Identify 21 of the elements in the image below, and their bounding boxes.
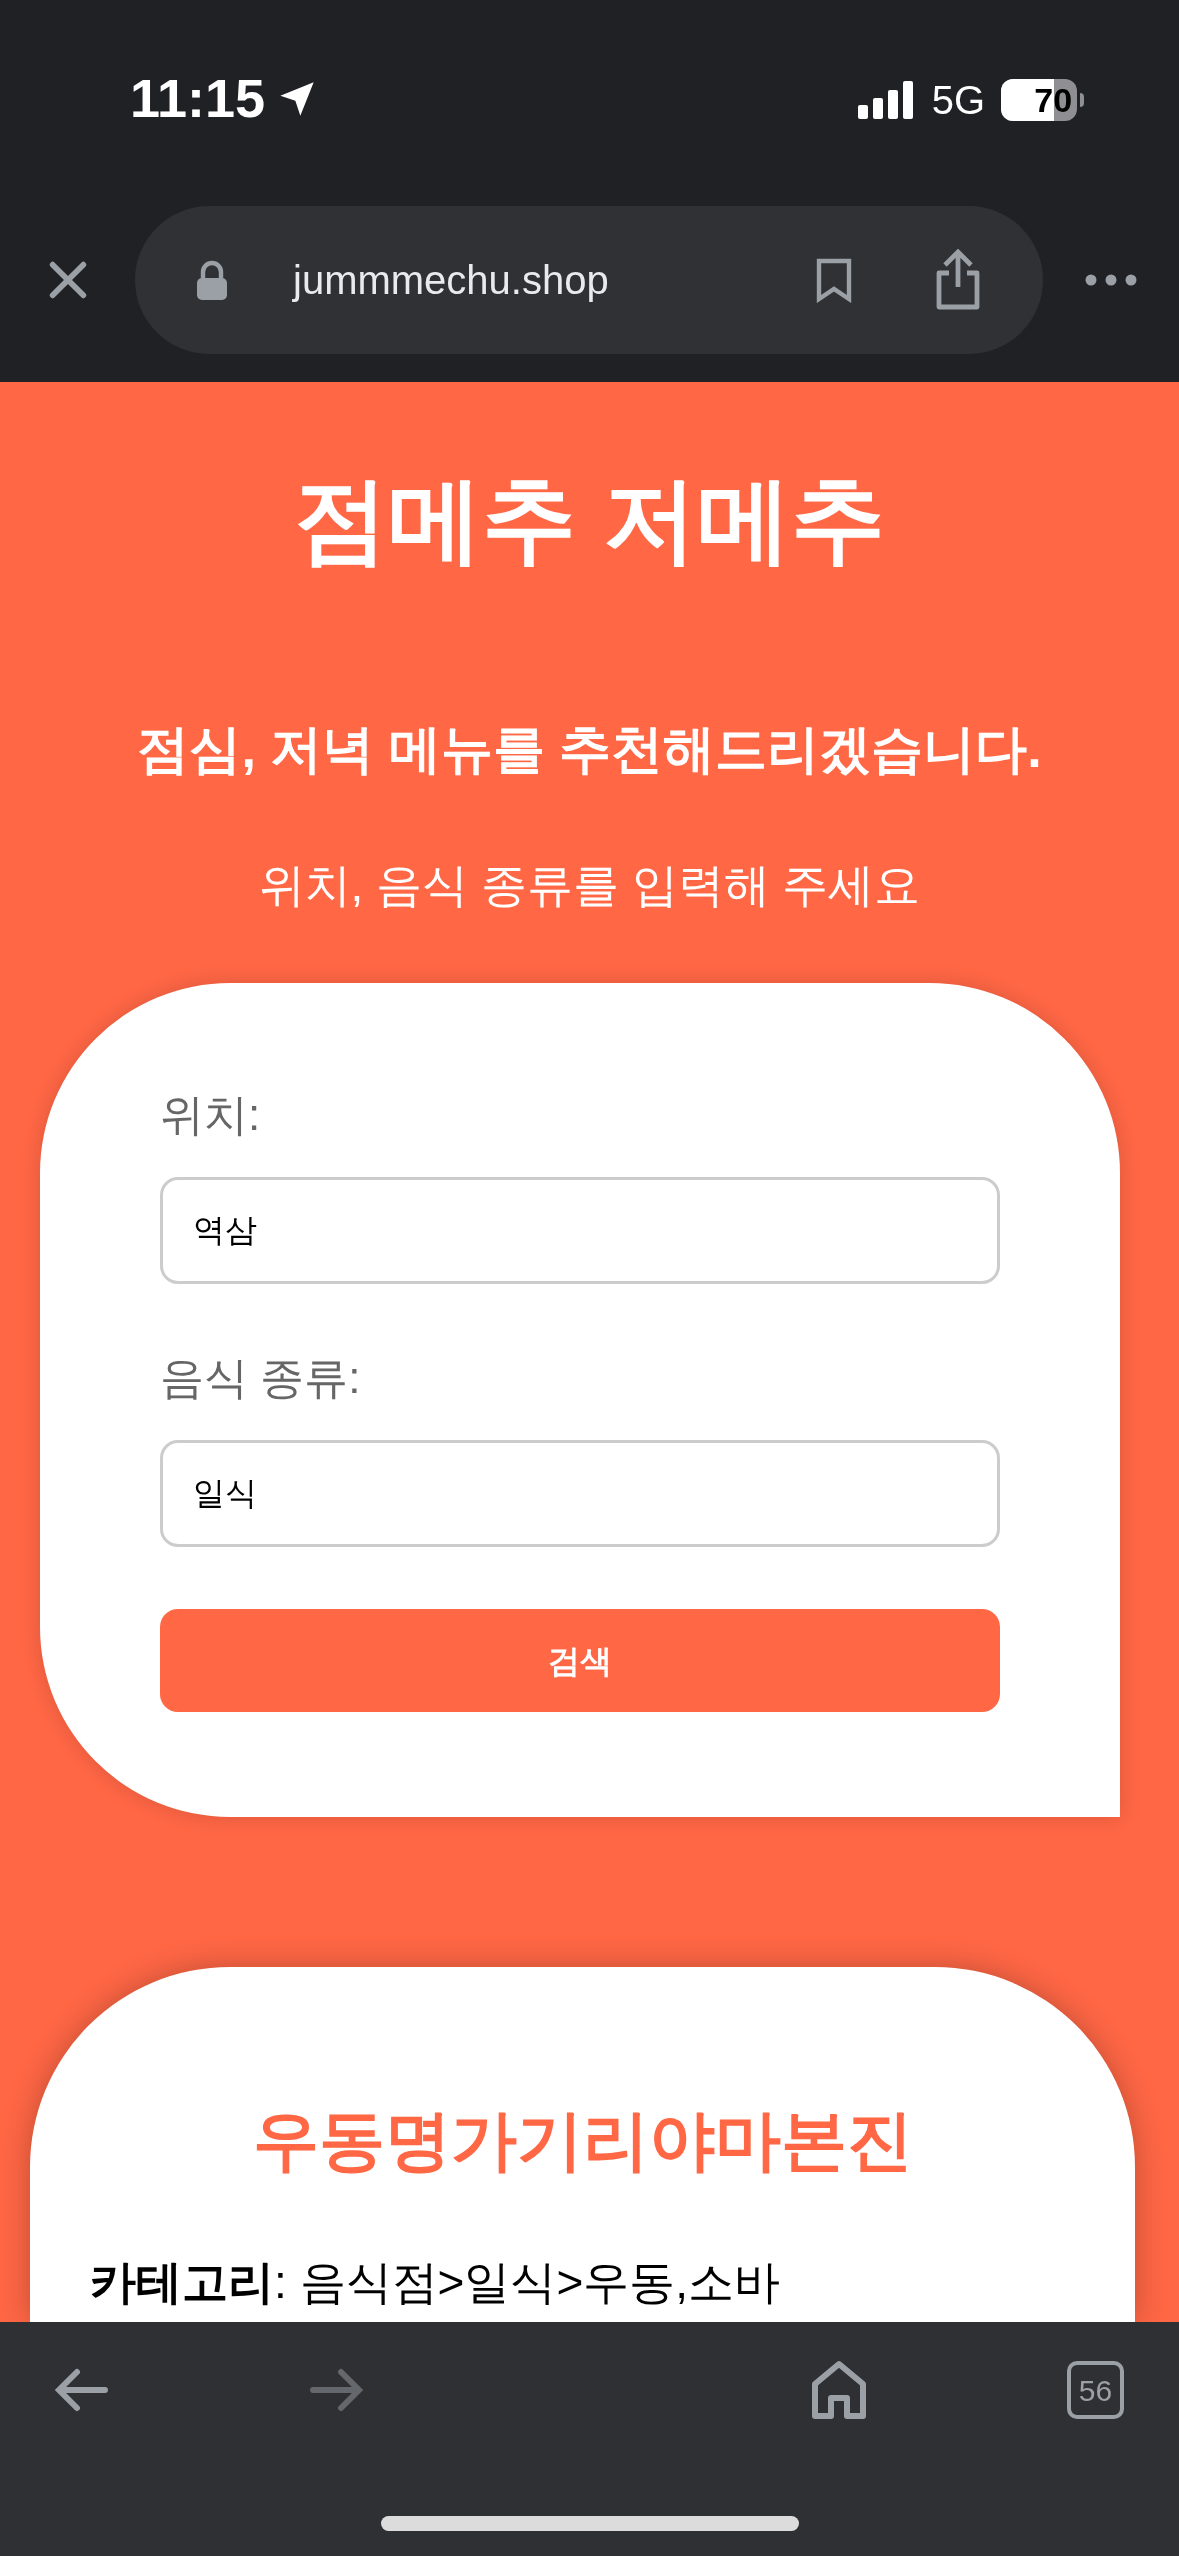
field-label: 위치: xyxy=(160,1093,262,1137)
subtitle: 점심, 저녁 메뉴를 추천해드리겠습니다. xyxy=(137,723,1042,775)
bookmark-button[interactable] xyxy=(815,257,853,303)
instruction-text: 위치, 음식 종류를 입력해 주세요 xyxy=(258,862,921,908)
clock-time: 11:15 xyxy=(130,67,266,130)
network-label: 5G xyxy=(931,77,985,124)
lock-icon xyxy=(195,260,229,300)
url-text: jummmechu.shop xyxy=(293,257,610,304)
signal-icon xyxy=(857,81,916,119)
home-button[interactable] xyxy=(811,2360,867,2420)
address-bar[interactable]: jummmechu.shop xyxy=(135,206,1043,354)
page-title: 점메추 저메추 xyxy=(294,473,885,567)
back-button[interactable] xyxy=(55,2368,109,2412)
input-field[interactable]: 역삼 xyxy=(160,1177,1000,1284)
field-label: 음식 종류: xyxy=(160,1356,362,1400)
more-button[interactable] xyxy=(1085,274,1137,286)
category-text: 카테고리: 음식점>일식>우동,소바 xyxy=(90,2259,782,2305)
tabs-button[interactable]: 56 xyxy=(1067,2361,1124,2419)
battery-icon: 70 xyxy=(1001,79,1077,121)
restaurant-name: 우동명가기리야마본진 xyxy=(251,2107,914,2173)
input-field[interactable]: 일식 xyxy=(160,1440,1000,1547)
